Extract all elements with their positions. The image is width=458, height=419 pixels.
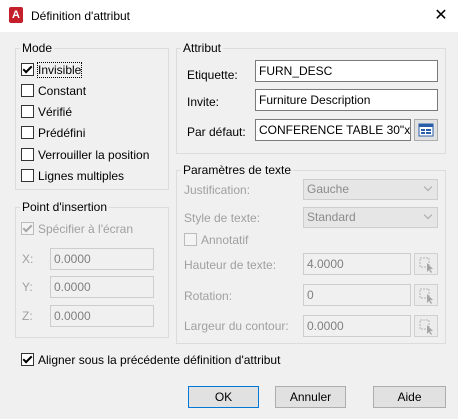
- rotation-field: 0: [303, 284, 411, 306]
- checkbox-annotative-label: Annotatif: [201, 233, 249, 247]
- mode-legend: Mode: [20, 41, 55, 55]
- window-title: Définition d'attribut: [31, 9, 131, 23]
- autocad-app-icon: A: [9, 7, 23, 23]
- y-field: 0.0000: [50, 276, 154, 298]
- checkbox-verified-label: Vérifié: [38, 105, 73, 119]
- justification-value: Gauche: [307, 182, 350, 196]
- justification-label: Justification:: [184, 183, 251, 197]
- checkbox-lock-position-box[interactable]: [21, 148, 34, 161]
- pick-width-button: [414, 315, 438, 337]
- z-label: Z:: [22, 309, 33, 323]
- checkbox-verified-box[interactable]: [21, 105, 34, 118]
- z-field: 0.0000: [50, 305, 154, 327]
- text-height-label: Hauteur de texte:: [184, 258, 277, 272]
- checkbox-align-below-label: Aligner sous la précédente définition d'…: [38, 353, 281, 367]
- checkbox-lock-position-label: Verrouiller la position: [38, 148, 150, 162]
- pick-point-icon: [419, 288, 433, 304]
- y-label: Y:: [22, 280, 33, 294]
- checkbox-specify-on-screen-label: Spécifier à l'écran: [38, 222, 134, 236]
- insertion-point-legend: Point d'insertion: [20, 200, 110, 214]
- x-field: 0.0000: [50, 248, 154, 270]
- chevron-down-icon: [423, 182, 433, 192]
- text-settings-legend: Paramètres de texte: [181, 163, 294, 177]
- text-style-select: Standard: [303, 207, 438, 228]
- text-height-field: 4.0000: [303, 253, 411, 275]
- text-style-label: Style de texte:: [184, 211, 261, 225]
- checkbox-annotative-box: [184, 233, 197, 246]
- text-style-value: Standard: [307, 210, 356, 224]
- insert-field-button[interactable]: [414, 119, 438, 141]
- pick-rotation-button: [414, 284, 438, 306]
- checkbox-specify-on-screen-box: [21, 222, 34, 235]
- checkbox-preset-label: Prédéfini: [38, 126, 86, 140]
- pick-point-icon: [419, 257, 433, 273]
- pick-height-button: [414, 253, 438, 275]
- checkbox-align-below-box[interactable]: [21, 353, 34, 366]
- insert-field-icon: [418, 123, 434, 137]
- ok-button[interactable]: OK: [188, 386, 259, 408]
- attribute-legend: Attribut: [181, 41, 224, 55]
- boundary-width-label: Largeur du contour:: [184, 319, 289, 333]
- boundary-width-field: 0.0000: [303, 315, 411, 337]
- pick-point-icon: [419, 319, 433, 335]
- checkbox-invisible-box[interactable]: [21, 63, 34, 76]
- checkbox-multiple-lines-box[interactable]: [21, 169, 34, 182]
- chevron-down-icon: [423, 210, 433, 220]
- checkbox-preset-box[interactable]: [21, 126, 34, 139]
- checkbox-invisible-label: Invisible: [36, 62, 83, 78]
- cancel-button[interactable]: Annuler: [275, 386, 346, 408]
- checkbox-constant-label: Constant: [38, 84, 87, 98]
- x-label: X:: [22, 252, 34, 266]
- default-label: Par défaut:: [187, 125, 246, 139]
- checkbox-constant-box[interactable]: [21, 84, 34, 97]
- rotation-label: Rotation:: [184, 289, 233, 303]
- prompt-label: Invite:: [187, 95, 220, 109]
- tag-label: Etiquette:: [187, 68, 238, 82]
- tag-field[interactable]: FURN_DESC: [255, 60, 438, 82]
- prompt-field[interactable]: Furniture Description: [255, 89, 438, 111]
- checkbox-multiple-lines-label: Lignes multiples: [38, 169, 125, 183]
- close-icon[interactable]: ✕: [428, 3, 454, 29]
- help-button[interactable]: Aide: [373, 386, 446, 408]
- default-field[interactable]: CONFERENCE TABLE 30"x72": [255, 119, 411, 141]
- justification-select: Gauche: [303, 179, 438, 200]
